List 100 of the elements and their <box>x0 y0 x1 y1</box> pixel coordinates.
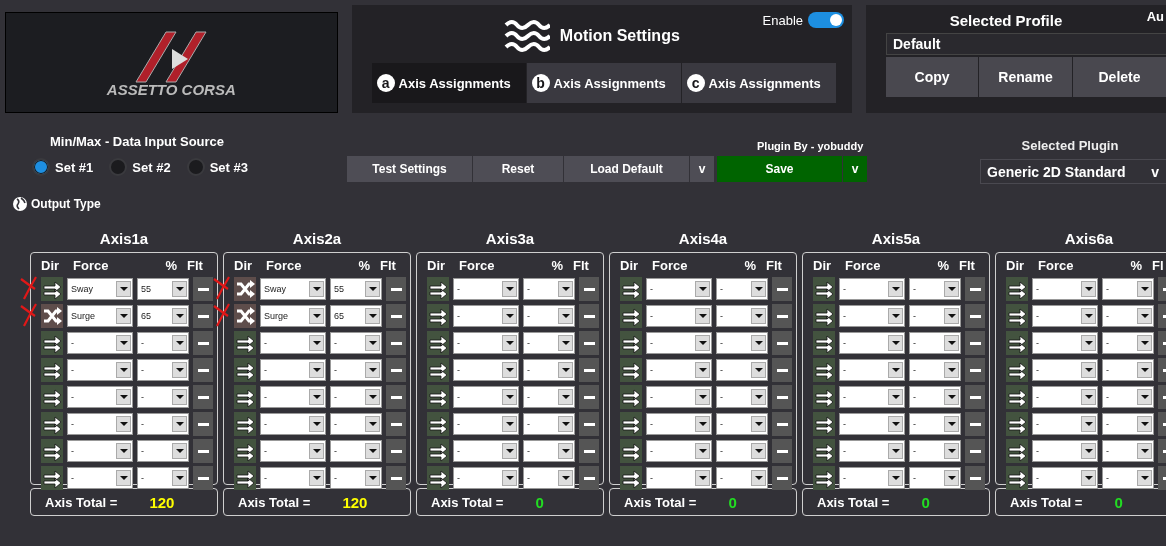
filter-button[interactable] <box>386 412 406 436</box>
filter-button[interactable] <box>965 331 985 355</box>
percent-dropdown[interactable]: - <box>909 386 961 408</box>
force-dropdown[interactable]: Surge <box>260 305 326 327</box>
force-dropdown[interactable]: Surge <box>67 305 133 327</box>
filter-button[interactable] <box>386 385 406 409</box>
filter-button[interactable] <box>965 304 985 328</box>
filter-button[interactable] <box>772 466 792 490</box>
filter-button[interactable] <box>193 439 213 463</box>
force-dropdown[interactable]: - <box>646 386 712 408</box>
percent-dropdown[interactable]: - <box>716 332 768 354</box>
percent-dropdown[interactable]: - <box>716 278 768 300</box>
action-button[interactable]: Test Settings <box>347 156 472 182</box>
filter-button[interactable] <box>772 277 792 301</box>
percent-dropdown[interactable]: - <box>330 359 382 381</box>
force-dropdown[interactable]: - <box>646 440 712 462</box>
force-dropdown[interactable]: - <box>839 440 905 462</box>
force-dropdown[interactable]: - <box>646 467 712 489</box>
filter-button[interactable] <box>386 331 406 355</box>
force-dropdown[interactable]: - <box>453 332 519 354</box>
force-dropdown[interactable]: - <box>453 413 519 435</box>
percent-dropdown[interactable]: 65 <box>137 305 189 327</box>
force-dropdown[interactable]: Sway <box>67 278 133 300</box>
filter-button[interactable] <box>579 331 599 355</box>
dropdown-button[interactable]: v <box>690 156 714 182</box>
force-dropdown[interactable]: - <box>839 359 905 381</box>
force-dropdown[interactable]: - <box>646 305 712 327</box>
percent-dropdown[interactable]: - <box>523 386 575 408</box>
filter-button[interactable] <box>386 277 406 301</box>
action-button[interactable]: Load Default <box>564 156 689 182</box>
radio-button[interactable] <box>186 158 205 176</box>
force-dropdown[interactable]: - <box>260 386 326 408</box>
filter-button[interactable] <box>386 304 406 328</box>
filter-button[interactable] <box>193 466 213 490</box>
force-dropdown[interactable]: - <box>453 386 519 408</box>
filter-button[interactable] <box>579 466 599 490</box>
percent-dropdown[interactable]: - <box>716 386 768 408</box>
percent-dropdown[interactable]: - <box>909 278 961 300</box>
percent-dropdown[interactable]: - <box>909 440 961 462</box>
filter-button[interactable] <box>579 304 599 328</box>
filter-button[interactable] <box>193 412 213 436</box>
profile-button[interactable]: Copy <box>886 57 979 97</box>
force-dropdown[interactable]: - <box>67 359 133 381</box>
force-dropdown[interactable]: - <box>453 359 519 381</box>
percent-dropdown[interactable]: - <box>330 332 382 354</box>
percent-dropdown[interactable]: - <box>523 278 575 300</box>
axis-tab[interactable]: b Axis Assignments <box>526 63 681 103</box>
percent-dropdown[interactable]: 55 <box>137 278 189 300</box>
percent-dropdown[interactable]: - <box>1102 359 1154 381</box>
force-dropdown[interactable]: - <box>646 332 712 354</box>
percent-dropdown[interactable]: - <box>137 386 189 408</box>
dropdown-button[interactable]: v <box>843 156 867 182</box>
profile-button[interactable]: Delete <box>1073 57 1166 97</box>
force-dropdown[interactable]: - <box>839 278 905 300</box>
percent-dropdown[interactable]: - <box>1102 467 1154 489</box>
filter-button[interactable] <box>965 439 985 463</box>
filter-button[interactable] <box>193 304 213 328</box>
percent-dropdown[interactable]: - <box>716 413 768 435</box>
percent-dropdown[interactable]: - <box>523 467 575 489</box>
force-dropdown[interactable]: - <box>260 359 326 381</box>
radio-option[interactable]: Set #1 <box>32 158 94 176</box>
force-dropdown[interactable]: - <box>646 278 712 300</box>
percent-dropdown[interactable]: - <box>1102 305 1154 327</box>
force-dropdown[interactable]: - <box>260 440 326 462</box>
force-dropdown[interactable]: - <box>646 413 712 435</box>
percent-dropdown[interactable]: - <box>330 413 382 435</box>
force-dropdown[interactable]: - <box>260 467 326 489</box>
filter-button[interactable] <box>772 358 792 382</box>
filter-button[interactable] <box>579 358 599 382</box>
percent-dropdown[interactable]: - <box>137 440 189 462</box>
filter-button[interactable] <box>193 331 213 355</box>
force-dropdown[interactable]: - <box>67 332 133 354</box>
save-button[interactable]: Save <box>717 156 842 182</box>
radio-option[interactable]: Set #3 <box>186 158 248 176</box>
filter-button[interactable] <box>772 412 792 436</box>
percent-dropdown[interactable]: - <box>716 359 768 381</box>
force-dropdown[interactable]: - <box>1032 413 1098 435</box>
filter-button[interactable] <box>772 439 792 463</box>
profile-button[interactable]: Rename <box>979 57 1072 97</box>
percent-dropdown[interactable]: - <box>1102 386 1154 408</box>
axis-tab[interactable]: c Axis Assignments <box>681 63 836 103</box>
force-dropdown[interactable]: - <box>67 440 133 462</box>
force-dropdown[interactable]: - <box>67 467 133 489</box>
percent-dropdown[interactable]: - <box>716 305 768 327</box>
filter-button[interactable] <box>965 466 985 490</box>
force-dropdown[interactable]: - <box>839 467 905 489</box>
percent-dropdown[interactable]: - <box>330 386 382 408</box>
force-dropdown[interactable]: - <box>1032 359 1098 381</box>
action-button[interactable]: Reset <box>473 156 563 182</box>
force-dropdown[interactable]: - <box>1032 332 1098 354</box>
shuffle-icon[interactable] <box>234 304 256 328</box>
filter-button[interactable] <box>386 466 406 490</box>
filter-button[interactable] <box>772 304 792 328</box>
force-dropdown[interactable]: - <box>839 386 905 408</box>
force-dropdown[interactable]: - <box>67 413 133 435</box>
force-dropdown[interactable]: - <box>260 332 326 354</box>
force-dropdown[interactable]: - <box>1032 440 1098 462</box>
force-dropdown[interactable]: - <box>260 413 326 435</box>
filter-button[interactable] <box>386 439 406 463</box>
percent-dropdown[interactable]: - <box>909 467 961 489</box>
